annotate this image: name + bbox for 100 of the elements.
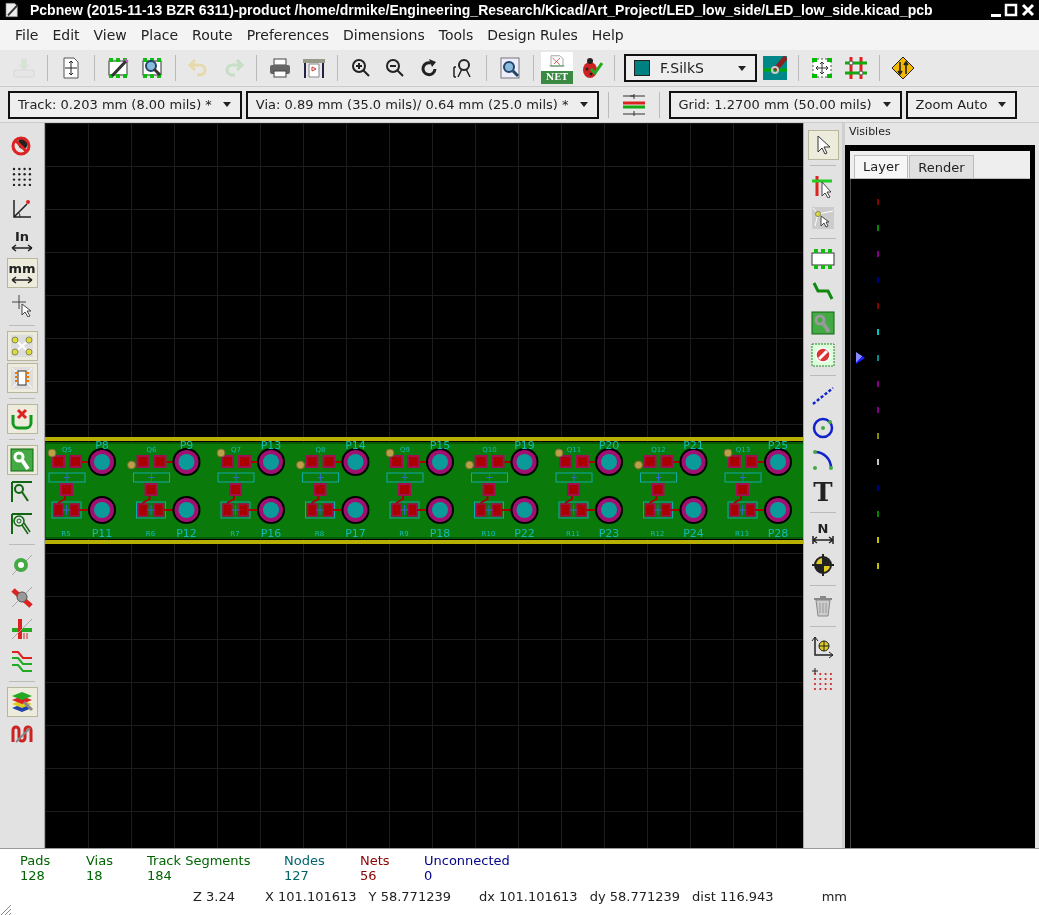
caret-icon: [881, 101, 892, 108]
menu-item[interactable]: Place: [133, 27, 186, 43]
tool-button[interactable]: T: [807, 477, 839, 507]
via: [385, 448, 395, 458]
pad-label: P21: [683, 439, 704, 452]
through-hole-pad: [595, 448, 623, 476]
hash-icon: [844, 56, 868, 80]
via: [216, 448, 226, 458]
pad-sketch-icon: [10, 512, 34, 536]
dropdown[interactable]: Via: 0.89 mm (35.0 mils)/ 0.64 mm (25.0 mils) *: [245, 90, 599, 119]
layers-wrench-icon: [10, 690, 34, 714]
pad-label: P23: [598, 527, 620, 540]
search-icon: [498, 56, 522, 80]
via: [127, 460, 136, 470]
via-icon: [10, 553, 34, 577]
local-ratsnest-icon: [811, 206, 835, 230]
menu-item[interactable]: Help: [584, 27, 631, 43]
printer-icon: [268, 56, 292, 80]
chip-pencil-icon: [106, 56, 130, 80]
stat-label: Pads: [20, 853, 52, 868]
track-width-icon: [621, 92, 646, 117]
resistor-footprint: [727, 501, 758, 519]
track-via-crossing-icon: [10, 585, 34, 609]
resistor-footprint: [558, 501, 589, 519]
tab[interactable]: Layer: [854, 155, 909, 178]
menu-item[interactable]: Tools: [431, 27, 481, 43]
pad-label: P8: [95, 439, 109, 452]
u-cross-icon: [10, 407, 34, 431]
pad-label: P12: [176, 527, 197, 540]
dropdown[interactable]: Zoom Auto: [905, 90, 1018, 119]
tool-button[interactable]: mm: [6, 258, 38, 288]
status-field: Z 3.24: [193, 889, 235, 904]
grid-origin-icon: [811, 667, 835, 691]
footprint-icon: [811, 247, 835, 271]
menu-item[interactable]: Design Rules: [480, 27, 585, 43]
dropdown[interactable]: Grid: 1.2700 mm (50.00 mils): [668, 90, 902, 119]
chip-magnifier-icon: [140, 56, 164, 80]
transistor-footprint: [133, 455, 170, 496]
pad-label: P13: [260, 439, 282, 452]
stat-value: 56: [360, 868, 378, 883]
stat-value: 0: [424, 868, 434, 883]
tool-button[interactable]: N: [807, 518, 839, 548]
maximize-icon: [1004, 3, 1018, 17]
circle-icon: [811, 416, 835, 440]
zigzag-tracks-icon: [10, 649, 34, 673]
transistor-footprint: [302, 455, 339, 496]
pad-label: P28: [767, 527, 789, 540]
high-contrast-icon: [10, 617, 34, 641]
tool-button[interactable]: In: [6, 226, 38, 256]
stat-label: Unconnected: [424, 853, 510, 868]
status-field: X 101.101613: [265, 889, 357, 904]
notepad-pencil-icon: [4, 2, 20, 18]
pad-label: P15: [429, 439, 451, 452]
layer-dropdown[interactable]: F.SilkS: [624, 54, 757, 82]
transistor-footprint: [386, 455, 424, 496]
caret-icon: [221, 101, 232, 108]
stat-value: 127: [284, 868, 310, 883]
axes-origin-icon: [811, 635, 835, 659]
pad-label: P20: [598, 439, 620, 452]
through-hole-pad: [172, 448, 201, 476]
tool-button[interactable]: NET: [541, 52, 573, 84]
resistor-footprint: [643, 501, 673, 519]
panel-caption: Visibles: [848, 124, 892, 140]
through-hole-pad: [764, 448, 792, 476]
through-hole-pad: [88, 496, 116, 524]
resistor-footprint: [136, 501, 166, 519]
menu-item[interactable]: Dimensions: [336, 27, 432, 43]
menu-item[interactable]: Preferences: [239, 27, 336, 43]
close-icon: [1021, 3, 1035, 17]
through-hole-pad: [257, 448, 285, 476]
transistor-footprint: [48, 455, 86, 496]
menu-item[interactable]: Route: [185, 27, 240, 43]
via: [296, 460, 305, 470]
transistor-footprint: [471, 455, 508, 496]
resistor-footprint: [51, 501, 82, 519]
pad-label: P16: [260, 527, 282, 540]
menu-item[interactable]: View: [86, 27, 134, 43]
ratsnest-icon: [10, 334, 34, 358]
through-hole-pad: [172, 496, 201, 524]
status-field: dx 101.101613: [478, 889, 578, 904]
menu-item[interactable]: File: [8, 27, 46, 43]
pad-label: P14: [345, 439, 366, 452]
dropdown[interactable]: Track: 0.203 mm (8.00 mils) *: [8, 90, 242, 119]
through-hole-pad: [679, 448, 708, 476]
highlight-net-icon: [811, 174, 835, 198]
close-button[interactable]: [1021, 3, 1035, 17]
tab[interactable]: Render: [909, 155, 974, 178]
via-pad-icon: [811, 311, 835, 335]
maximize-button[interactable]: [1004, 3, 1018, 17]
crosshair-cursor-icon: [10, 293, 34, 317]
via: [634, 460, 643, 470]
arc-icon: [811, 448, 835, 472]
via: [47, 448, 57, 458]
menu-item[interactable]: Edit: [45, 27, 87, 43]
tool-button[interactable]: [6, 687, 38, 717]
resistor-footprint: [220, 501, 251, 519]
transistor-footprint: [640, 455, 677, 496]
grid-dots-icon: [10, 165, 34, 189]
through-hole-pad: [426, 496, 454, 524]
warning-diamond-icon: [891, 56, 915, 80]
